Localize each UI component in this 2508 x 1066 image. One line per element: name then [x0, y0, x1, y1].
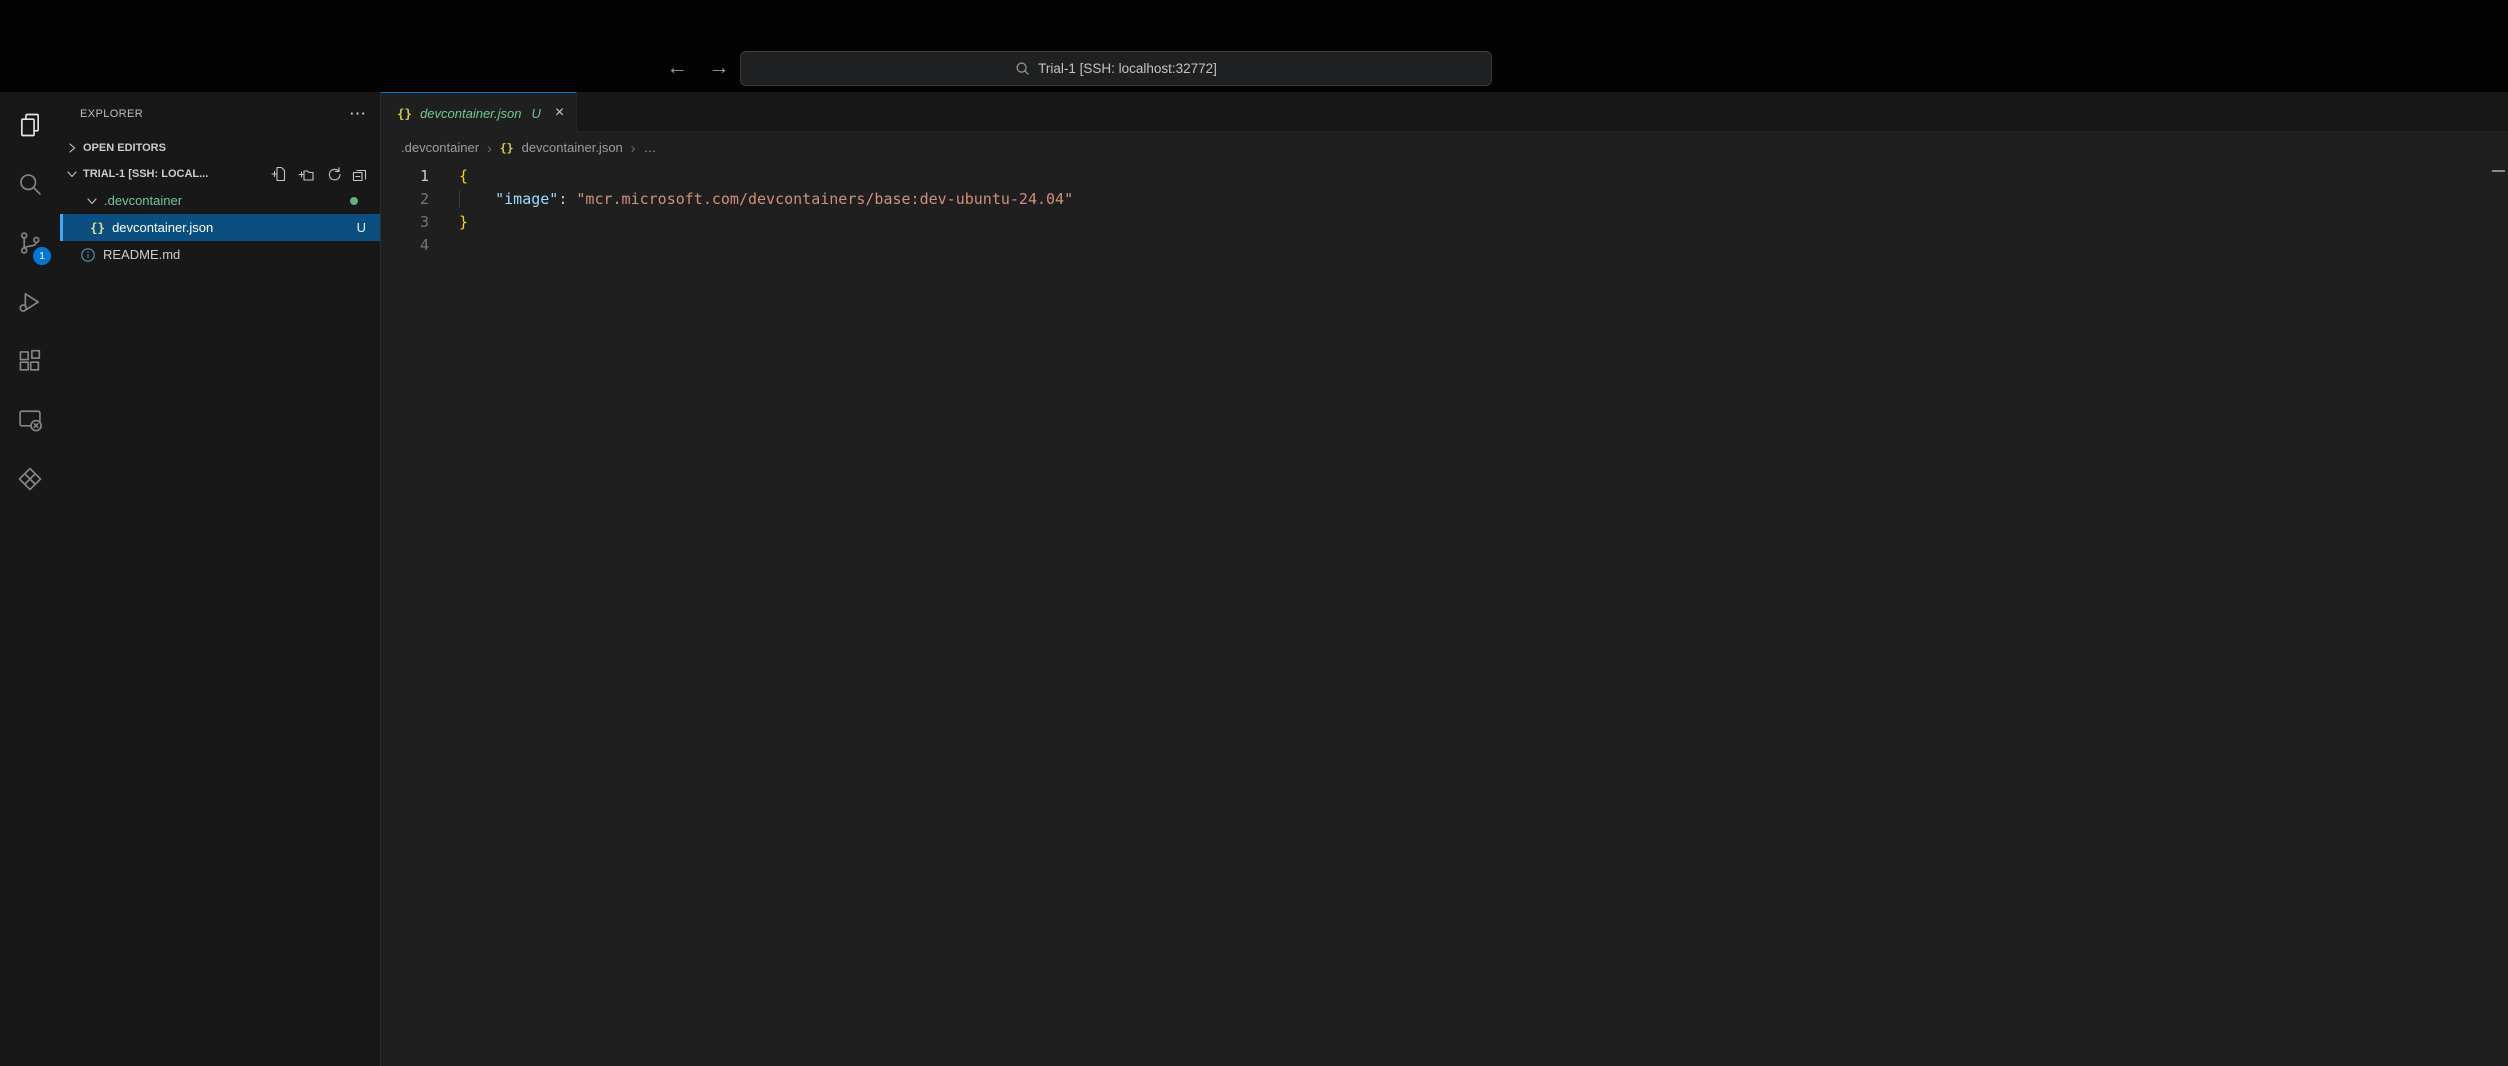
line-content: "image": "mcr.microsoft.com/devcontainer… [429, 188, 1073, 211]
title-bar: ← → Trial-1 [SSH: localhost:32772] [0, 0, 2508, 92]
back-button[interactable]: ← [664, 52, 690, 84]
line-number[interactable]: 1 [381, 165, 429, 188]
editor-group: {} devcontainer.json U × .devcontainer ›… [381, 92, 2508, 1066]
window-title: Trial-1 [SSH: localhost:32772] [1038, 61, 1217, 76]
sidebar-header: EXPLORER ⋯ [60, 92, 380, 136]
line-number[interactable]: 4 [381, 234, 429, 257]
chevron-down-icon [64, 166, 80, 182]
file-label: README.md [103, 247, 180, 262]
chevron-right-icon: › [631, 140, 636, 156]
workspace-section[interactable]: TRIAL-1 [SSH: LOCAL... [60, 160, 380, 187]
chevron-right-icon [64, 140, 80, 156]
source-control-activity-button[interactable]: 1 [6, 218, 54, 268]
history-navigation: ← → [664, 52, 732, 84]
refresh-icon[interactable] [325, 166, 341, 182]
run-debug-icon [16, 288, 44, 316]
run-debug-activity-button[interactable] [6, 277, 54, 327]
breadcrumb-file[interactable]: devcontainer.json [522, 140, 623, 155]
remote-explorer-icon [16, 406, 44, 434]
tree-item-devcontainer-json[interactable]: {} devcontainer.json U [60, 214, 380, 241]
command-center[interactable]: Trial-1 [SSH: localhost:32772] [740, 51, 1492, 86]
tree-item-devcontainer-folder[interactable]: .devcontainer [60, 187, 380, 214]
code-line[interactable]: 4 [381, 234, 2508, 257]
overview-ruler-mark [2492, 170, 2505, 172]
git-untracked-badge: U [357, 220, 366, 235]
code-editor[interactable]: 1{2 "image": "mcr.microsoft.com/devconta… [381, 163, 2508, 1066]
code-line[interactable]: 3} [381, 211, 2508, 234]
code-line[interactable]: 2 "image": "mcr.microsoft.com/devcontain… [381, 188, 2508, 211]
line-content: { [429, 165, 468, 188]
new-folder-icon[interactable] [298, 166, 314, 182]
line-content [429, 234, 459, 257]
search-icon [16, 170, 44, 198]
more-actions-icon[interactable]: ⋯ [349, 109, 366, 119]
scm-badge: 1 [33, 247, 51, 265]
breadcrumb: .devcontainer › {} devcontainer.json › … [381, 132, 2508, 163]
extensions-icon [16, 347, 44, 375]
search-activity-button[interactable] [6, 159, 54, 209]
explorer-sidebar: EXPLORER ⋯ OPEN EDITORS TRIAL-1 [SSH: LO… [60, 92, 381, 1066]
workspace-label: TRIAL-1 [SSH: LOCAL... [83, 168, 208, 180]
tab-label: devcontainer.json [420, 106, 521, 121]
forward-button[interactable]: → [706, 52, 732, 84]
diamond-icon [16, 465, 44, 493]
file-label: devcontainer.json [112, 220, 213, 235]
tab-devcontainer-json[interactable]: {} devcontainer.json U × [381, 92, 577, 133]
json-file-icon: {} [500, 141, 514, 155]
git-untracked-badge: U [531, 106, 540, 121]
folder-label: .devcontainer [104, 193, 182, 208]
search-icon [1015, 61, 1030, 76]
json-file-icon: {} [90, 220, 105, 235]
explorer-activity-button[interactable] [6, 100, 54, 150]
azure-activity-button[interactable] [6, 454, 54, 504]
breadcrumb-folder[interactable]: .devcontainer [401, 140, 479, 155]
sidebar-title: EXPLORER [80, 108, 349, 120]
collapse-all-icon[interactable] [352, 166, 368, 182]
breadcrumb-symbol-ellipsis[interactable]: … [643, 140, 656, 155]
chevron-down-icon [84, 193, 100, 209]
line-number[interactable]: 3 [381, 211, 429, 234]
chevron-right-icon: › [487, 140, 492, 156]
json-file-icon: {} [397, 106, 412, 121]
extensions-activity-button[interactable] [6, 336, 54, 386]
line-number[interactable]: 2 [381, 188, 429, 211]
tab-bar: {} devcontainer.json U × [381, 92, 2508, 132]
remote-explorer-activity-button[interactable] [6, 395, 54, 445]
close-icon[interactable]: × [555, 106, 564, 120]
files-icon [16, 111, 44, 139]
tree-item-readme[interactable]: README.md [60, 241, 380, 268]
open-editors-label: OPEN EDITORS [83, 142, 166, 154]
info-icon [80, 247, 96, 263]
code-line[interactable]: 1{ [381, 165, 2508, 188]
activity-bar: 1 [0, 92, 60, 1066]
code-lines: 1{2 "image": "mcr.microsoft.com/devconta… [381, 165, 2508, 257]
new-file-icon[interactable] [271, 166, 287, 182]
open-editors-section[interactable]: OPEN EDITORS [60, 136, 380, 160]
git-changes-dot [350, 197, 358, 205]
line-content: } [429, 211, 468, 234]
